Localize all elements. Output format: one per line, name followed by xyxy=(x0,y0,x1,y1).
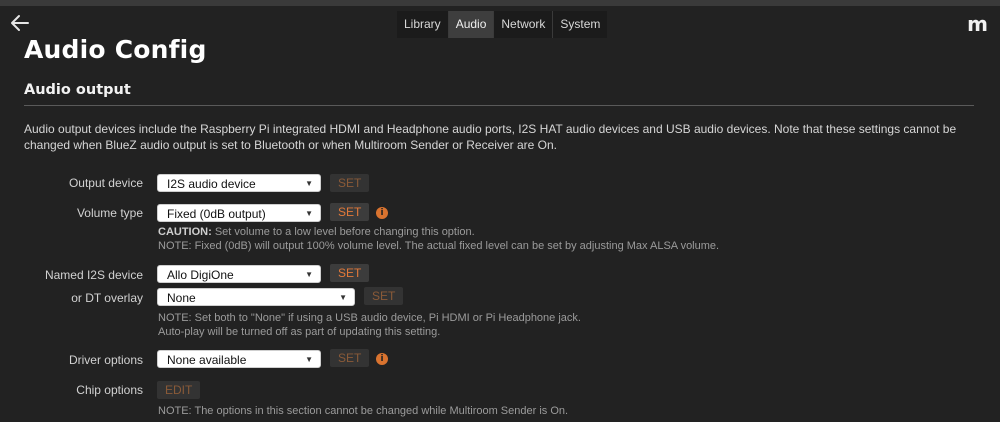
chevron-down-icon: ▼ xyxy=(305,355,313,364)
volume-type-select[interactable]: Fixed (0dB output) ▼ xyxy=(157,204,321,222)
chevron-down-icon: ▼ xyxy=(305,209,313,218)
output-device-label: Output device xyxy=(68,176,143,190)
tab-system[interactable]: System xyxy=(553,11,607,38)
driver-options-select[interactable]: None available ▼ xyxy=(157,350,321,368)
page-title: Audio Config xyxy=(24,35,207,64)
chevron-down-icon: ▼ xyxy=(305,270,313,279)
dt-overlay-set-button[interactable]: SET xyxy=(364,287,404,305)
section-divider xyxy=(24,105,974,106)
driver-options-label: Driver options xyxy=(68,353,143,367)
named-i2s-value: Allo DigiOne xyxy=(167,268,234,282)
chevron-down-icon: ▼ xyxy=(339,293,347,302)
volume-type-value: Fixed (0dB output) xyxy=(167,207,266,221)
output-device-select[interactable]: I2S audio device ▼ xyxy=(157,174,321,192)
output-device-set-button[interactable]: SET xyxy=(330,174,370,192)
main-nav-tabs: Library Audio Network System xyxy=(397,11,608,38)
volume-note: NOTE: Fixed (0dB) will output 100% volum… xyxy=(158,240,720,252)
driver-options-value: None available xyxy=(167,353,247,367)
caution-label: CAUTION: xyxy=(158,226,212,238)
named-i2s-select[interactable]: Allo DigiOne ▼ xyxy=(157,265,321,283)
section-title: Audio output xyxy=(24,82,131,98)
chip-options-note: NOTE: The options in this section cannot… xyxy=(158,405,569,417)
chevron-down-icon: ▼ xyxy=(305,179,313,188)
tab-network[interactable]: Network xyxy=(494,11,554,38)
section-description: Audio output devices include the Raspber… xyxy=(24,122,957,152)
named-i2s-set-button[interactable]: SET xyxy=(330,264,370,282)
dt-overlay-label: or DT overlay xyxy=(71,291,143,305)
caution-text: Set volume to a low level before changin… xyxy=(211,226,475,238)
arrow-left-icon xyxy=(11,15,29,31)
app-logo[interactable]: m xyxy=(967,13,988,35)
volume-type-set-button[interactable]: SET xyxy=(330,203,370,221)
tab-audio[interactable]: Audio xyxy=(448,11,495,38)
volume-caution: CAUTION: Set volume to a low level befor… xyxy=(158,225,475,239)
dt-overlay-value: None xyxy=(167,291,196,305)
tab-library[interactable]: Library xyxy=(397,11,449,38)
info-icon[interactable]: i xyxy=(376,353,388,365)
chip-options-edit-button[interactable]: EDIT xyxy=(157,381,201,399)
dt-overlay-note-1: NOTE: Set both to "None" if using a USB … xyxy=(158,312,581,324)
named-i2s-label: Named I2S device xyxy=(44,268,143,282)
volume-type-label: Volume type xyxy=(76,206,143,220)
dt-overlay-note-2: Auto-play will be turned off as part of … xyxy=(158,326,441,338)
driver-options-set-button[interactable]: SET xyxy=(330,349,370,367)
window-top-strip xyxy=(0,0,1000,6)
back-button[interactable] xyxy=(8,11,32,35)
chip-options-label: Chip options xyxy=(76,383,143,397)
output-device-value: I2S audio device xyxy=(167,177,256,191)
dt-overlay-select[interactable]: None ▼ xyxy=(157,288,355,306)
info-icon[interactable]: i xyxy=(376,207,388,219)
